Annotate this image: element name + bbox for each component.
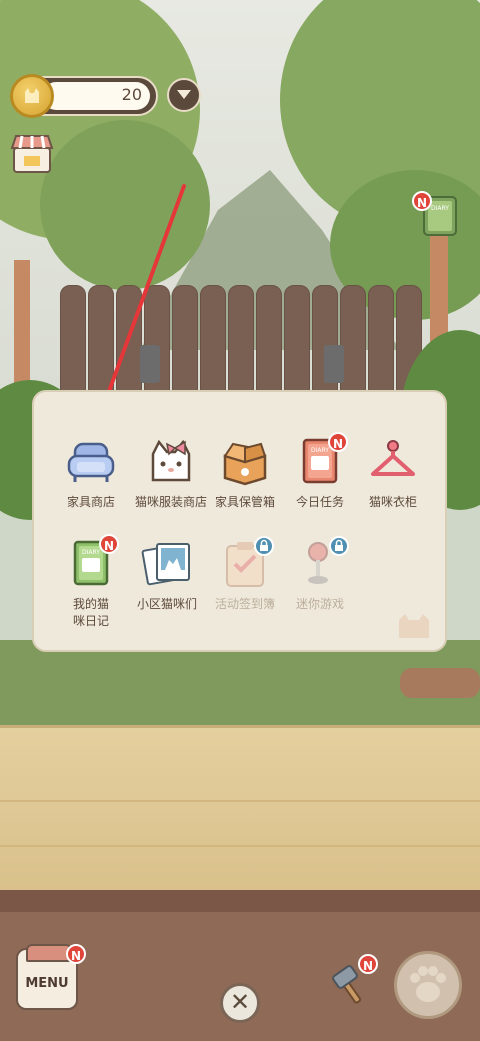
new-badge: N (358, 954, 378, 974)
lantern-right (324, 345, 344, 383)
coin-value: 20 (121, 85, 142, 104)
currency-dropdown-button[interactable] (167, 78, 201, 112)
paw-button[interactable] (394, 951, 462, 1019)
svg-text:DIARY: DIARY (431, 205, 449, 212)
cardboard-box-icon (223, 442, 267, 486)
new-badge: N (66, 944, 86, 964)
menu-item-label: 家具商店 (66, 495, 115, 509)
trunk-left (14, 260, 30, 400)
menu-item-neighborhood-cats[interactable]: 小区猫咪们 (128, 538, 206, 613)
tree-left-2 (40, 120, 210, 290)
bottom-bar-edge (0, 890, 480, 912)
menu-item-label: 家具保管箱 (214, 495, 275, 509)
dirt-patch (400, 668, 480, 698)
menu-item-cat-clothing-shop[interactable]: 猫咪服装商店 (132, 436, 210, 511)
menu-item-furniture-storage[interactable]: 家具保管箱 (206, 436, 284, 511)
menu-item-my-cat-diary[interactable]: DIARY N 我的猫咪日记 (52, 534, 130, 630)
menu-item-label: 我的猫咪日记 (72, 597, 109, 628)
floor-line (0, 845, 480, 847)
blue-sofa-icon (67, 442, 115, 482)
menu-item-label: 猫咪衣柜 (368, 495, 417, 509)
new-badge: N (99, 534, 119, 554)
menu-item-mini-games[interactable]: 迷你游戏 (281, 536, 359, 613)
menu-button-label: MENU (25, 976, 69, 991)
lantern-left (140, 345, 160, 383)
menu-item-label: 迷你游戏 (295, 597, 344, 611)
menu-item-furniture-shop[interactable]: 家具商店 (52, 436, 130, 511)
diary-button-top[interactable]: DIARY N (412, 191, 458, 237)
menu-panel: 家具商店 猫咪服装商店 家具保管箱 DIARY N 今日任务 猫咪衣柜 DIAR… (32, 390, 447, 652)
clothes-hanger-icon (371, 440, 415, 476)
floor-line (0, 800, 480, 802)
menu-item-label: 猫咪服装商店 (134, 495, 207, 509)
menu-item-label: 小区猫咪们 (136, 597, 197, 611)
shop-stall-button[interactable] (10, 132, 54, 174)
lock-icon (254, 536, 274, 556)
cat-silhouette-icon (399, 614, 429, 638)
cat-with-bow-icon (151, 439, 191, 482)
close-icon: ✕ (229, 988, 251, 1016)
svg-text:DIARY: DIARY (311, 447, 329, 454)
menu-item-label: 活动签到簿 (214, 597, 275, 611)
cat-coin-icon (10, 74, 54, 118)
menu-item-daily-tasks[interactable]: DIARY N 今日任务 (281, 432, 359, 511)
menu-button[interactable]: MENU N (16, 944, 86, 1010)
wooden-floor (0, 725, 480, 898)
lock-icon (329, 536, 349, 556)
menu-item-cat-wardrobe[interactable]: 猫咪衣柜 (354, 436, 432, 511)
close-menu-button[interactable]: ✕ (220, 983, 260, 1023)
menu-item-event-checkin[interactable]: 活动签到簿 (206, 536, 284, 613)
shop-stall-icon (10, 135, 54, 173)
menu-item-label: 今日任务 (295, 495, 344, 509)
paw-icon (410, 966, 446, 1002)
chevron-down-icon (177, 90, 191, 99)
svg-text:DIARY: DIARY (82, 549, 100, 556)
build-hammer-button[interactable]: N (330, 954, 378, 1006)
new-badge: N (412, 191, 432, 211)
wooden-fence (60, 285, 422, 395)
new-badge: N (328, 432, 348, 452)
cat-photos-icon (141, 543, 190, 586)
